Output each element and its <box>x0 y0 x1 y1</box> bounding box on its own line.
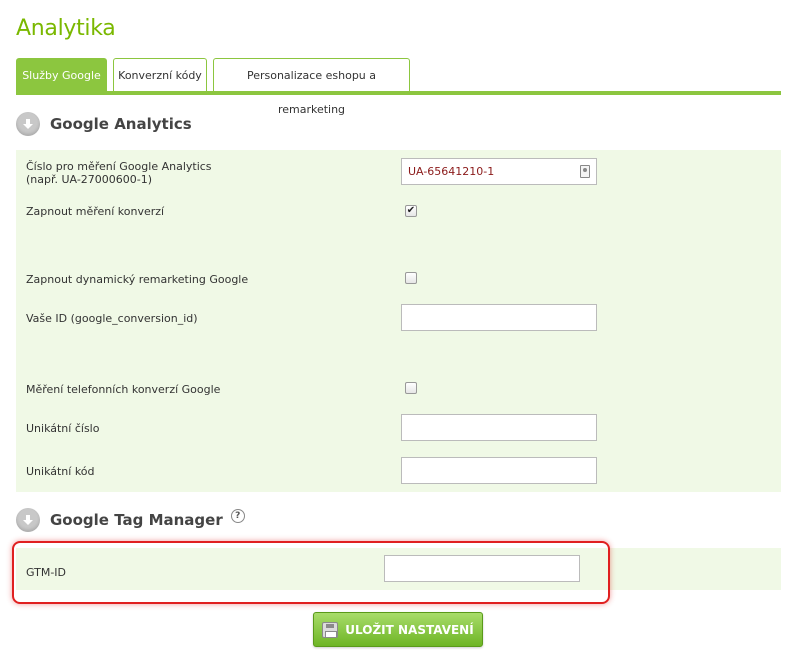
checkmark-icon: ✔ <box>406 205 416 216</box>
arrow-down-icon[interactable] <box>16 112 40 136</box>
measurement-id-value: UA-65641210-1 <box>408 165 495 178</box>
page-title: Analytika <box>16 16 116 41</box>
unique-number-label: Unikátní číslo <box>26 422 100 435</box>
google-analytics-panel: Číslo pro měření Google Analytics (např.… <box>16 150 781 492</box>
unique-code-input[interactable] <box>401 457 597 484</box>
measurement-id-input[interactable]: UA-65641210-1 <box>401 158 597 185</box>
conversion-checkbox[interactable]: ✔ <box>405 205 417 217</box>
measurement-label-text: Číslo pro měření Google Analytics <box>26 160 212 173</box>
help-icon[interactable]: ? <box>230 509 245 523</box>
arrow-down-icon[interactable] <box>16 508 40 532</box>
unique-code-label: Unikátní kód <box>26 465 95 478</box>
conversion-id-label: Vaše ID (google_conversion_id) <box>26 312 198 325</box>
remarketing-checkbox[interactable] <box>405 272 417 284</box>
save-settings-button[interactable]: ULOŽIT NASTAVENÍ <box>313 612 483 647</box>
tab-conversion-codes[interactable]: Konverzní kódy <box>113 58 207 92</box>
tab-underline <box>16 91 781 95</box>
remarketing-label: Zapnout dynamický remarketing Google <box>26 273 249 286</box>
phone-conversion-checkbox[interactable] <box>405 382 417 394</box>
section-title-google-analytics: Google Analytics <box>50 115 192 133</box>
tag-manager-panel: GTM-ID <box>16 548 781 590</box>
conversion-id-input[interactable] <box>401 304 597 331</box>
save-button-label: ULOŽIT NASTAVENÍ <box>345 622 474 637</box>
gtm-id-label: GTM-ID <box>26 566 67 579</box>
measurement-hint-text: (např. UA-27000600-1) <box>26 173 153 186</box>
contact-card-icon[interactable] <box>580 165 590 178</box>
google-analytics-header: Google Analytics <box>16 110 192 138</box>
conversion-label: Zapnout měření konverzí <box>26 205 165 218</box>
floppy-disk-icon <box>322 621 339 638</box>
gtm-id-input[interactable] <box>384 555 580 582</box>
section-title-google-tag-manager: Google Tag Manager <box>50 511 223 529</box>
google-tag-manager-header: Google Tag Manager ? <box>16 506 245 534</box>
phone-conversion-label: Měření telefonních konverzí Google <box>26 383 221 396</box>
tab-personalization[interactable]: Personalizace eshopu a remarketing <box>213 58 410 116</box>
unique-number-input[interactable] <box>401 414 597 441</box>
tab-google-services[interactable]: Služby Google <box>16 58 107 92</box>
measurement-label: Číslo pro měření Google Analytics (např.… <box>26 160 212 186</box>
